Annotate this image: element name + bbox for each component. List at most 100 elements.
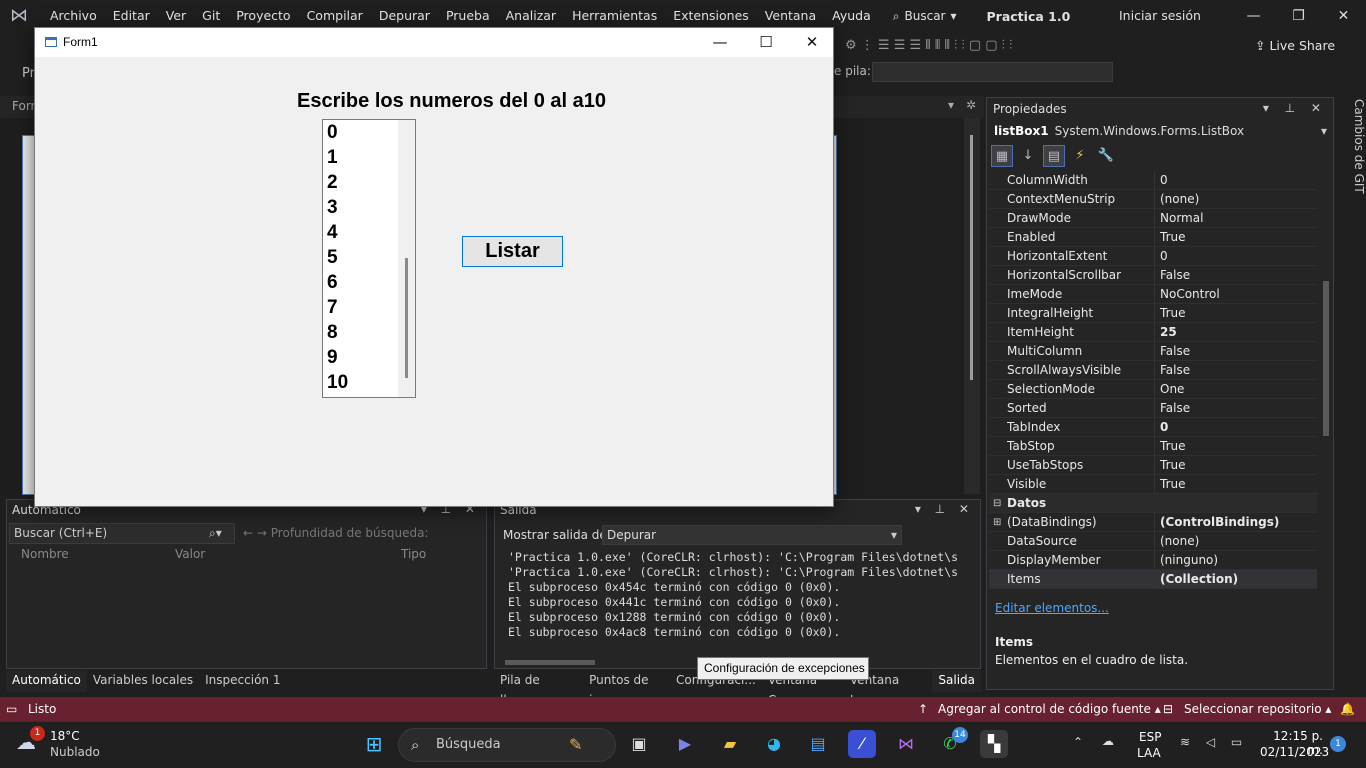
chevron-down-icon[interactable]: ▾ [948,98,954,112]
maximize-icon[interactable]: ☐ [743,28,789,57]
property-value[interactable]: True [1160,228,1186,247]
tab-call-stack[interactable]: Pila de llama... [494,670,583,707]
property-value[interactable]: False [1160,399,1190,418]
property-row[interactable]: Enabled True [989,228,1317,247]
forward-arrow-icon[interactable]: → [257,526,267,540]
property-value[interactable]: 0 [1160,247,1168,266]
property-category[interactable]: ⊟ Datos [989,494,1317,513]
column-header-type[interactable]: Tipo [399,547,426,567]
bell-icon[interactable]: 🔔 [1340,697,1355,721]
keyboard-layout-indicator[interactable]: LAA [1137,746,1161,760]
weather-description[interactable]: Nublado [50,745,100,759]
tab-automatico[interactable]: Automático [6,670,87,692]
tab-breakpoints[interactable]: Puntos de in... [583,670,670,707]
property-value[interactable]: Normal [1160,209,1203,228]
property-value[interactable]: True [1160,456,1186,475]
column-header-name[interactable]: Nombre [9,547,169,567]
weather-temperature[interactable]: 18°C [50,729,80,743]
property-value[interactable]: NoControl [1160,285,1220,304]
scrollbar-thumb[interactable] [1323,281,1329,436]
output-text[interactable]: 'Practica 1.0.exe' (CoreCLR: clrhost): '… [508,550,963,650]
search-menu[interactable]: ⌕ Buscar ▾ [893,9,957,24]
file-explorer-icon[interactable]: ▰ [716,730,744,758]
property-row[interactable]: HorizontalExtent 0 [989,247,1317,266]
listar-button[interactable]: Listar [462,236,563,267]
store-icon[interactable]: ▤ [804,730,832,758]
close-icon[interactable]: ✕ [1321,0,1366,32]
property-value[interactable]: 0 [1160,171,1168,190]
app-icon[interactable]: ⁄ [848,730,876,758]
property-row[interactable]: HorizontalScrollbar False [989,266,1317,285]
properties-scrollbar[interactable] [1319,171,1333,589]
property-row[interactable]: SelectionMode One [989,380,1317,399]
search-icon[interactable]: ⌕▾ [209,526,222,541]
property-value[interactable]: False [1160,266,1190,285]
running-app-icon[interactable]: ▚ [980,730,1008,758]
property-row[interactable]: UseTabStops True [989,456,1317,475]
property-row[interactable]: IntegralHeight True [989,304,1317,323]
property-value[interactable]: True [1160,475,1186,494]
property-value[interactable]: 0 [1160,418,1168,437]
teams-icon[interactable]: ▶ [671,730,699,758]
property-value[interactable]: False [1160,361,1190,380]
property-value[interactable]: 25 [1160,323,1177,342]
output-hscrollbar[interactable] [505,660,595,665]
collapse-icon[interactable]: ⊟ [993,494,1001,513]
back-arrow-icon[interactable]: ← [243,526,253,540]
property-row[interactable]: ContextMenuStrip (none) [989,190,1317,209]
panel-controls[interactable]: ▾ ⊥ ✕ [915,502,974,516]
property-row[interactable]: ItemHeight 25 [989,323,1317,342]
property-value[interactable]: (none) [1160,190,1199,209]
property-row[interactable]: Visible True [989,475,1317,494]
add-source-control-button[interactable]: Agregar al control de código fuente ▴ [938,697,1161,721]
output-source-dropdown[interactable]: Depurar ▾ [602,525,902,545]
designer-scrollbar-thumb[interactable] [970,135,973,380]
visual-studio-logo-icon[interactable]: ⋈ [10,6,34,26]
alphabetical-icon[interactable]: ↓ [1017,145,1039,167]
designer-tab[interactable]: Forr [12,99,35,113]
property-row[interactable]: ScrollAlwaysVisible False [989,361,1317,380]
maximize-icon[interactable]: ❐ [1276,0,1321,32]
minimize-icon[interactable]: — [697,28,743,57]
property-value[interactable]: (ninguno) [1160,551,1218,570]
events-icon[interactable]: ⚡ [1069,145,1091,167]
property-row[interactable]: DrawMode Normal [989,209,1317,228]
properties-icon[interactable]: ▤ [1043,145,1065,167]
property-row[interactable]: TabIndex 0 [989,418,1317,437]
numbers-listbox[interactable]: 0 1 2 3 4 5 6 7 8 9 10 [322,119,416,398]
scrollbar-thumb[interactable] [405,258,408,378]
signin-link[interactable]: Iniciar sesión [1119,0,1201,32]
property-value[interactable]: True [1160,304,1186,323]
language-indicator[interactable]: ESP [1139,730,1161,744]
git-changes-tab[interactable]: Cambios de GIT [1340,97,1366,297]
property-value[interactable]: (Collection) [1160,570,1238,589]
property-value[interactable]: (none) [1160,532,1199,551]
tray-status-icons[interactable]: ≋ ◁ ▭ [1180,735,1248,749]
gear-icon[interactable]: ✲ [966,98,976,112]
categorized-icon[interactable]: ▦ [991,145,1013,167]
visual-studio-icon[interactable]: ⋈ [892,730,920,758]
property-row[interactable]: DisplayMember (ninguno) [989,551,1317,570]
toolbar-icons[interactable]: ⚙ ⋮ ☰ ☰ ☰ ⫴ ⫴ ⫴ ⫶ ⫶ ▢ ▢ ⫶ ⫶ [845,38,1012,53]
edit-items-link[interactable]: Editar elementos... [995,601,1109,615]
property-row[interactable]: Sorted False [989,399,1317,418]
object-selector[interactable]: listBox1 System.Windows.Forms.ListBox ▾ [987,120,1333,142]
property-row[interactable]: TabStop True [989,437,1317,456]
tab-variables-locales[interactable]: Variables locales [87,670,199,692]
property-value[interactable]: True [1160,437,1186,456]
property-value[interactable]: False [1160,342,1190,361]
windows-start-icon[interactable]: ⊞ [360,730,388,758]
live-share-button[interactable]: ⇪ Live Share [1255,38,1335,53]
taskbar-search[interactable]: ⌕ Búsqueda ✎ [398,728,616,762]
expand-icon[interactable]: ⊞ [993,513,1001,532]
property-row[interactable]: ⊞ (DataBindings) (ControlBindings) [989,513,1317,532]
task-view-icon[interactable]: ▣ [625,730,653,758]
clock-date[interactable]: 02/11/2023 [1260,745,1329,759]
form1-titlebar[interactable]: Form1 — ☐ ✕ [35,28,833,57]
close-icon[interactable]: ✕ [789,28,835,57]
property-value[interactable]: (ControlBindings) [1160,513,1279,532]
notification-badge[interactable]: 1 [1330,736,1346,752]
minimize-icon[interactable]: — [1231,0,1276,32]
property-row[interactable]: ColumnWidth 0 [989,171,1317,190]
select-repository-button[interactable]: Seleccionar repositorio ▴ [1184,697,1331,721]
